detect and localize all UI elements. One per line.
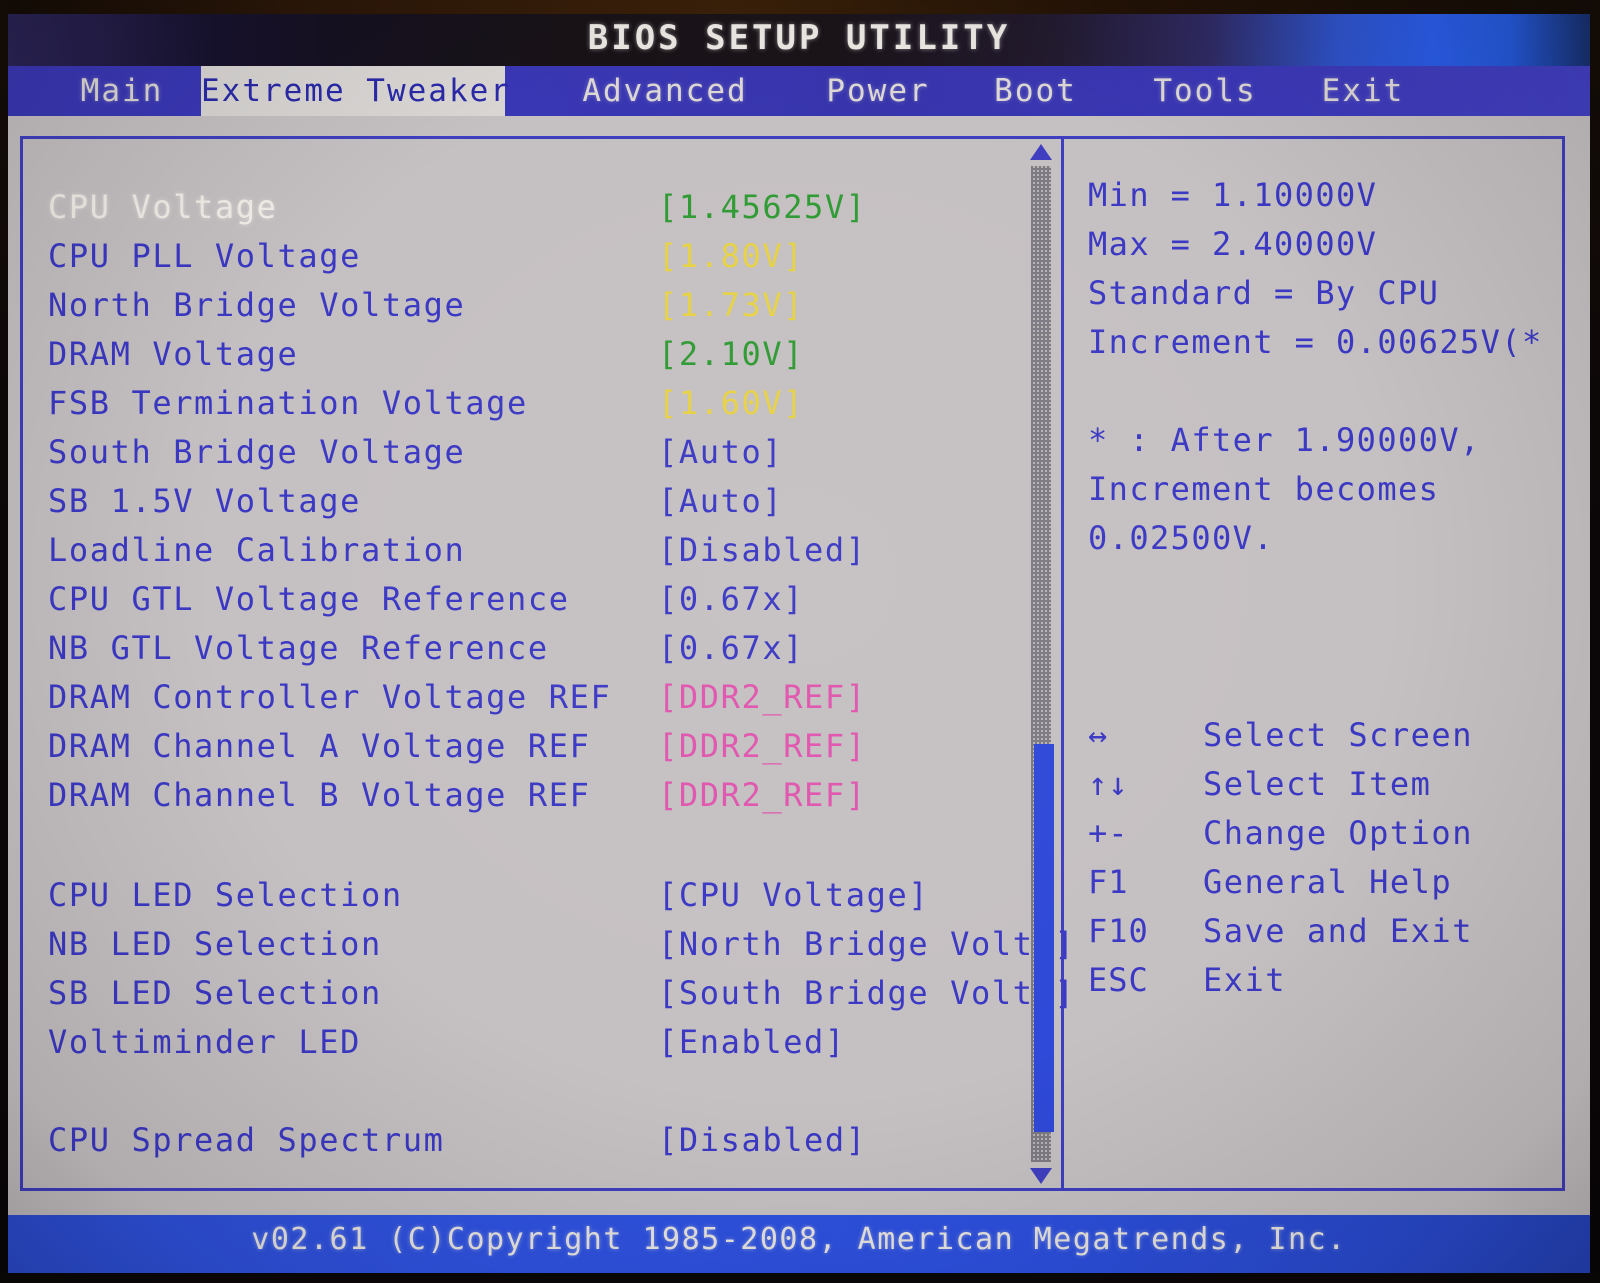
title-bar: BIOS SETUP UTILITY <box>8 14 1590 66</box>
setting-label: SB LED Selection <box>48 974 382 1012</box>
setting-label: CPU Voltage <box>48 188 278 226</box>
setting-label: DRAM Channel A Voltage REF <box>48 727 591 765</box>
legend-key-icon: ESC <box>1088 961 1149 999</box>
setting-value[interactable]: [Auto] <box>658 482 783 520</box>
setting-row[interactable]: DRAM Channel B Voltage REF [DDR2_REF] <box>43 776 1033 818</box>
legend-description: Change Option <box>1203 814 1473 852</box>
setting-label: DRAM Voltage <box>48 335 299 373</box>
setting-value[interactable]: [0.67x] <box>658 580 804 618</box>
setting-label: NB LED Selection <box>48 925 382 963</box>
tab-advanced[interactable]: Advanced <box>570 66 760 116</box>
setting-row[interactable]: North Bridge Voltage [1.73V] <box>43 286 1033 328</box>
scrollbar-thumb[interactable] <box>1034 743 1054 1133</box>
monitor-bezel-bottom <box>0 1273 1600 1283</box>
setting-row[interactable]: Loadline Calibration [Disabled] <box>43 531 1033 573</box>
setting-row[interactable]: DRAM Channel A Voltage REF [DDR2_REF] <box>43 727 1033 769</box>
bios-screen: BIOS SETUP UTILITY Main Extreme Tweaker Ad… <box>0 0 1600 1283</box>
setting-label: NB GTL Voltage Reference <box>48 629 549 667</box>
copyright-text: v02.61 (C)Copyright 1985-2008, American … <box>251 1222 1347 1257</box>
monitor-bezel-right <box>1590 0 1600 1283</box>
menu-tab-bar[interactable]: Main Extreme Tweaker Advanced Power Boot Tool… <box>8 66 1590 116</box>
setting-value[interactable]: [Disabled] <box>658 1121 867 1159</box>
legend-key-icon: F1 <box>1088 863 1129 901</box>
tab-extreme-tweaker[interactable]: Extreme Tweaker <box>201 66 509 116</box>
tab-main[interactable]: Main <box>43 66 201 116</box>
setting-value[interactable]: [Disabled] <box>658 531 867 569</box>
tab-tools[interactable]: Tools <box>1141 66 1269 116</box>
setting-label: North Bridge Voltage <box>48 286 466 324</box>
setting-value[interactable]: [DDR2_REF] <box>658 727 867 765</box>
help-text-line: 0.02500V. <box>1088 519 1274 557</box>
legend-key-icon: ↑↓ <box>1088 765 1129 803</box>
setting-value[interactable]: [1.45625V] <box>658 188 867 226</box>
setting-value[interactable]: [1.60V] <box>658 384 804 422</box>
setting-row[interactable]: CPU Spread Spectrum [Disabled] <box>43 1121 1033 1163</box>
setting-label: DRAM Channel B Voltage REF <box>48 776 591 814</box>
setting-label: Loadline Calibration <box>48 531 466 569</box>
setting-label: Voltiminder LED <box>48 1023 361 1061</box>
setting-value[interactable]: [North Bridge Volta] <box>658 925 1075 963</box>
setting-label: CPU GTL Voltage Reference <box>48 580 570 618</box>
legend-description: Exit <box>1203 961 1287 999</box>
setting-label: SB 1.5V Voltage <box>48 482 361 520</box>
panel-divider <box>1061 136 1064 1191</box>
setting-row[interactable]: DRAM Controller Voltage REF [DDR2_REF] <box>43 678 1033 720</box>
tab-boot[interactable]: Boot <box>983 66 1088 116</box>
setting-row[interactable]: CPU LED Selection [CPU Voltage] <box>43 876 1033 918</box>
setting-value[interactable]: [CPU Voltage] <box>658 876 929 914</box>
help-text-line: * : After 1.90000V, <box>1088 421 1481 459</box>
tab-power[interactable]: Power <box>813 66 943 116</box>
help-text-line: Standard = By CPU <box>1088 274 1440 312</box>
setting-row[interactable]: FSB Termination Voltage [1.60V] <box>43 384 1033 426</box>
setting-value[interactable]: [1.80V] <box>658 237 804 275</box>
setting-row[interactable]: CPU Voltage [1.45625V] <box>43 188 1033 230</box>
setting-value[interactable]: [1.73V] <box>658 286 804 324</box>
legend-key-icon: ↔ <box>1088 716 1109 754</box>
monitor-bezel-top <box>0 0 1600 14</box>
setting-value[interactable]: [South Bridge Volta] <box>658 974 1075 1012</box>
setting-label: South Bridge Voltage <box>48 433 466 471</box>
settings-list[interactable]: CPU Voltage [1.45625V] CPU PLL Voltage [1.8… <box>43 136 1074 1191</box>
setting-label: CPU LED Selection <box>48 876 403 914</box>
tab-exit[interactable]: Exit <box>1313 66 1413 116</box>
setting-value[interactable]: [2.10V] <box>658 335 804 373</box>
setting-row[interactable]: CPU PLL Voltage [1.80V] <box>43 237 1033 279</box>
setting-value[interactable]: [0.67x] <box>658 629 804 667</box>
scroll-up-arrow-icon[interactable] <box>1030 144 1052 160</box>
setting-label: FSB Termination Voltage <box>48 384 528 422</box>
scrollbar-track[interactable] <box>1031 166 1054 1162</box>
page-title: BIOS SETUP UTILITY <box>587 18 1011 58</box>
setting-value[interactable]: [DDR2_REF] <box>658 776 867 814</box>
setting-row[interactable]: CPU GTL Voltage Reference [0.67x] <box>43 580 1033 622</box>
monitor-bezel-left <box>0 0 8 1283</box>
setting-row[interactable]: SB 1.5V Voltage [Auto] <box>43 482 1033 524</box>
scrollbar[interactable] <box>1028 144 1054 1184</box>
setting-label: DRAM Controller Voltage REF <box>48 678 612 716</box>
setting-row[interactable]: SB LED Selection [South Bridge Volta] <box>43 974 1074 1016</box>
setting-row[interactable]: NB GTL Voltage Reference [0.67x] <box>43 629 1033 671</box>
footer-bar: v02.61 (C)Copyright 1985-2008, American … <box>8 1215 1590 1273</box>
help-text-line: Increment = 0.00625V(* <box>1088 323 1543 361</box>
content-area: CPU Voltage [1.45625V] CPU PLL Voltage [1.8… <box>8 116 1590 1229</box>
help-text-line: Min = 1.10000V <box>1088 176 1378 214</box>
help-text-line: Max = 2.40000V <box>1088 225 1378 263</box>
legend-description: Select Screen <box>1203 716 1473 754</box>
legend-key-icon: +- <box>1088 814 1129 852</box>
setting-row[interactable]: DRAM Voltage [2.10V] <box>43 335 1033 377</box>
legend-description: Select Item <box>1203 765 1432 803</box>
help-text-line: Increment becomes <box>1088 470 1440 508</box>
setting-label: CPU Spread Spectrum <box>48 1121 445 1159</box>
legend-key-icon: F10 <box>1088 912 1149 950</box>
setting-value[interactable]: [DDR2_REF] <box>658 678 867 716</box>
help-panel: Min = 1.10000V Max = 2.40000V Standard = B… <box>1088 136 1558 1191</box>
setting-label: CPU PLL Voltage <box>48 237 361 275</box>
legend-description: Save and Exit <box>1203 912 1473 950</box>
setting-row[interactable]: NB LED Selection [North Bridge Volta] <box>43 925 1074 967</box>
legend-description: General Help <box>1203 863 1453 901</box>
setting-row[interactable]: Voltiminder LED [Enabled] <box>43 1023 1033 1065</box>
setting-value[interactable]: [Enabled] <box>658 1023 846 1061</box>
setting-value[interactable]: [Auto] <box>658 433 783 471</box>
scroll-down-arrow-icon[interactable] <box>1030 1168 1052 1184</box>
setting-row[interactable]: South Bridge Voltage [Auto] <box>43 433 1033 475</box>
